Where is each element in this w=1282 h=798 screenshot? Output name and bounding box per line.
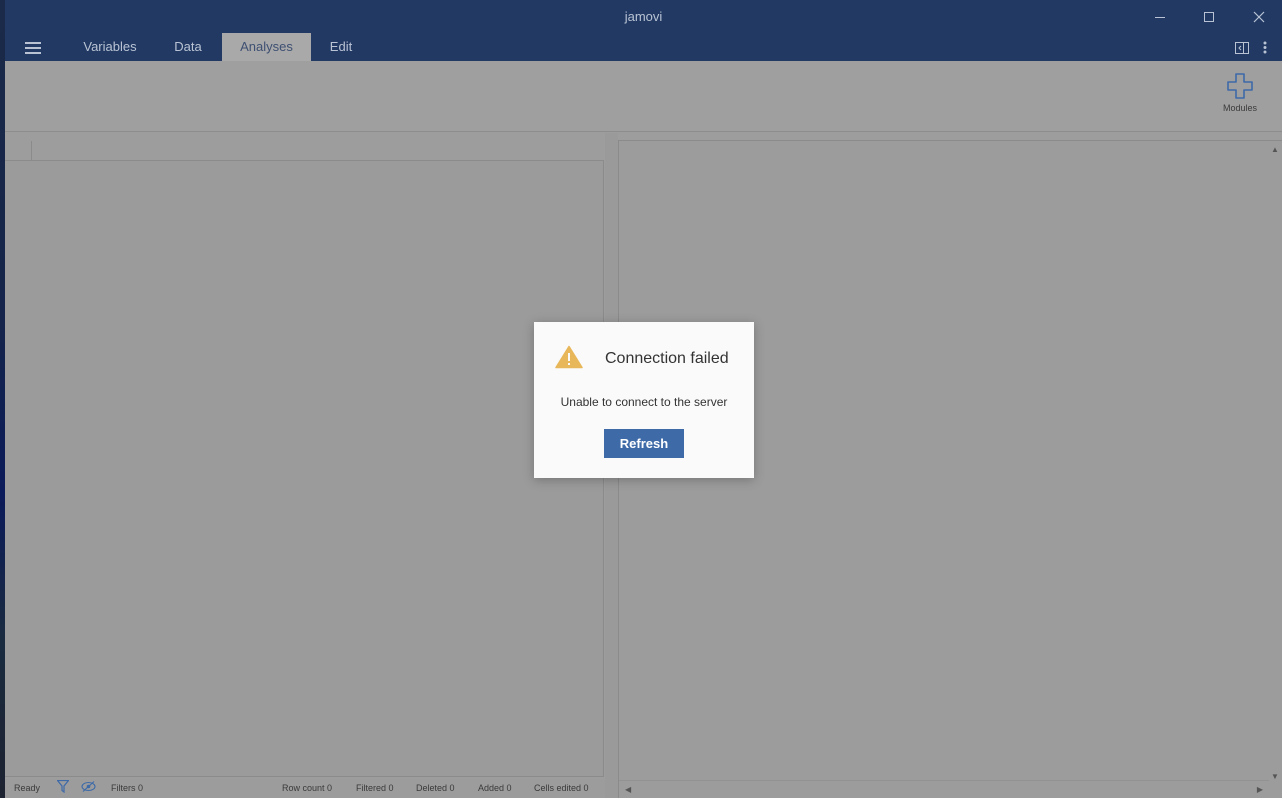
eye-slash-icon[interactable] — [81, 781, 96, 794]
status-filtered: Filtered 0 — [356, 783, 394, 793]
tab-analyses[interactable]: Analyses — [222, 33, 311, 61]
more-vertical-icon[interactable] — [1263, 41, 1267, 59]
scroll-up-icon[interactable]: ▲ — [1271, 145, 1279, 154]
filter-icon[interactable] — [56, 779, 70, 795]
title-bar: jamovi — [5, 0, 1282, 33]
minimize-icon — [1155, 16, 1165, 18]
dialog-title: Connection failed — [605, 350, 729, 367]
spreadsheet-grid[interactable] — [5, 160, 604, 777]
tab-variables[interactable]: Variables — [70, 33, 150, 61]
scroll-right-icon[interactable]: ▶ — [1257, 785, 1263, 794]
results-horizontal-scrollbar[interactable]: ◀ ▶ — [619, 780, 1269, 798]
status-ready: Ready — [14, 783, 41, 793]
close-button[interactable] — [1236, 0, 1282, 33]
window-title: jamovi — [624, 9, 663, 24]
plus-icon — [1227, 73, 1253, 99]
warning-icon — [555, 345, 583, 374]
spreadsheet-corner[interactable] — [5, 141, 32, 161]
connection-failed-dialog: Connection failed Unable to connect to t… — [534, 322, 754, 478]
maximize-icon — [1204, 11, 1214, 22]
hamburger-icon[interactable] — [25, 42, 43, 54]
modules-button[interactable]: Modules — [1215, 73, 1265, 113]
status-added: Added 0 — [478, 783, 512, 793]
status-bar: Ready Filters 0 Row count 0 Filtered 0 D… — [5, 779, 605, 798]
status-cells-edited: Cells edited 0 — [534, 783, 589, 793]
modules-label: Modules — [1222, 103, 1258, 113]
results-vertical-scrollbar[interactable]: ▲ ▼ — [1267, 141, 1282, 781]
close-icon — [1253, 11, 1265, 22]
ribbon-body: Modules — [5, 61, 1282, 132]
scroll-left-icon[interactable]: ◀ — [625, 785, 631, 794]
ribbon-tab-bar: Variables Data Analyses Edit — [5, 33, 1282, 61]
dialog-message: Unable to connect to the server — [560, 395, 728, 409]
minimize-button[interactable] — [1137, 0, 1183, 33]
scroll-down-icon[interactable]: ▼ — [1271, 772, 1279, 781]
status-filters: Filters 0 — [111, 783, 144, 793]
status-row-count: Row count 0 — [282, 783, 333, 793]
tab-data[interactable]: Data — [160, 33, 216, 61]
maximize-button[interactable] — [1186, 0, 1232, 33]
tab-edit[interactable]: Edit — [317, 33, 365, 61]
data-spreadsheet-panel — [5, 133, 605, 778]
status-deleted: Deleted 0 — [416, 783, 455, 793]
panel-toggle-icon[interactable] — [1235, 41, 1249, 59]
refresh-button[interactable]: Refresh — [604, 429, 684, 458]
